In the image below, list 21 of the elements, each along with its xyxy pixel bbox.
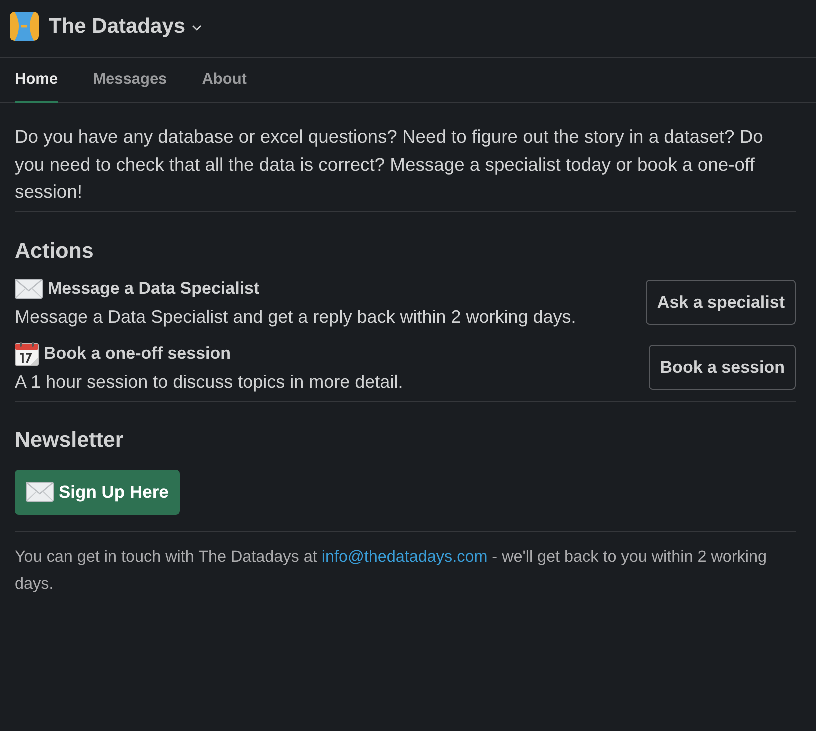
tab[interactable]: Home [15,58,58,103]
workspace-title[interactable]: The Datadays [49,14,186,38]
chevron-down-icon[interactable] [192,24,202,30]
footer-text: You can get in touch with The Datadays at info@thedatadays.com - we'll get back to you within 2 working days. [15,546,768,594]
envelope-icon [15,278,43,298]
intro-text: Do you have any database or excel questions? Need to figure out the story in a dataset? Do you need to check that all the data is correct? Message a specialist today or book a one-off session! [15,125,764,204]
sign-up-button[interactable]: Sign Up Here [15,470,180,514]
action-title: Message a Data Specialist [48,278,260,300]
section-heading: Newsletter [15,426,125,454]
section-heading: Actions [15,238,95,264]
tab[interactable]: Messages [93,58,168,103]
action-button[interactable]: Book a session [649,345,796,390]
action-button[interactable]: Ask a specialist [646,280,796,325]
calendar-icon [15,342,39,366]
action-description: Message a Data Specialist and get a reply back within 2 working days. [15,306,576,329]
action-title: Book a one-off session [44,342,232,364]
envelope-icon [26,482,54,502]
tab[interactable]: About [202,58,247,103]
action-description: A 1 hour session to discuss topics in more detail. [15,370,404,394]
email-link[interactable]: info@thedatadays.com [322,548,488,566]
app-logo-icon [10,12,39,41]
